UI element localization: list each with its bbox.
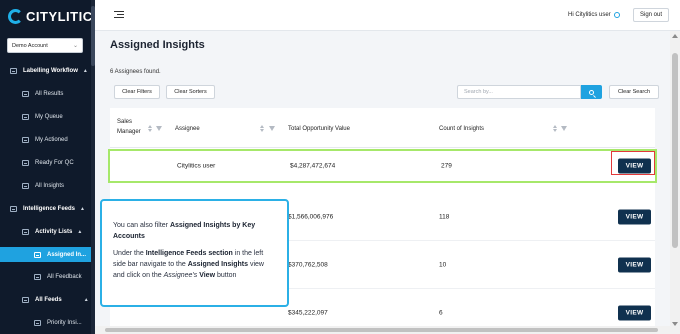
total-value-cell: $4,287,472,674 [290,162,336,170]
chevron-up-icon: ▲ [82,68,88,74]
clear-search-button[interactable]: Clear Search [609,85,659,99]
grid-icon [34,274,41,280]
sign-out-button[interactable]: Sign out [633,8,669,22]
sidebar-item-assigned-insights[interactable]: Assigned In... [0,247,91,262]
sidebar-item-all-feedback[interactable]: All Feedback [34,270,82,284]
column-header-sales-manager[interactable]: Sales Manager [117,117,145,137]
menu-toggle-icon[interactable] [114,11,124,19]
sidebar-section-label: Labelling Workflow [23,68,78,74]
topbar: Hi Citylitics user Sign out [95,0,680,31]
sidebar-item-label: Priority Insi... [47,320,82,326]
main-horizontal-scrollbar[interactable] [95,326,670,334]
highlight-box [611,151,655,175]
total-value-cell: $370,762,508 [288,261,328,268]
citylitics-logo[interactable]: CITYLITICS [8,8,102,24]
tutorial-callout: You can also filter Assigned Insights by… [100,199,289,307]
insight-count-cell: 279 [441,162,452,170]
list-icon [22,229,29,235]
grid-icon [34,251,41,258]
clear-filters-button[interactable]: Clear Filters [114,85,160,99]
account-select-value: Demo Account [12,42,48,49]
sidebar-section-label: Intelligence Feeds [23,206,76,212]
callout-text-1: You can also filter Assigned Insights by… [113,222,256,240]
sort-icon[interactable] [553,125,557,132]
filter-icon[interactable] [156,126,162,131]
sidebar-item-all-results[interactable]: All Results [22,87,63,101]
sidebar-item-label: All Insights [35,183,65,189]
list-icon [10,206,17,212]
insight-count-cell: 6 [439,309,443,317]
view-button[interactable]: VIEW [618,209,651,224]
sidebar-item-all-insights[interactable]: All Insights [22,179,64,193]
horizontal-scrollbar-thumb[interactable] [105,328,658,332]
search-button[interactable] [581,85,602,99]
sidebar-item-my-queue[interactable]: My Queue [22,110,63,124]
grid-icon [34,320,41,326]
insight-count-cell: 118 [439,213,450,220]
assignee-cell: Citylitics user [177,162,216,170]
view-button[interactable]: VIEW [618,305,651,321]
user-greeting[interactable]: Hi Citylitics user [568,12,620,18]
filter-icon[interactable] [561,126,567,131]
column-header-assignee[interactable]: Assignee [175,124,200,134]
sidebar-item-my-actioned[interactable]: My Actioned [22,133,68,147]
logo-mark-icon [8,8,23,24]
sidebar-item-all-feeds[interactable]: All Feeds ▲ [22,293,89,307]
scroll-up-icon[interactable] [672,34,678,38]
callout-text-2: Under the Intelligence Feeds section in … [113,250,264,279]
sidebar-item-label: Assigned In... [47,251,87,258]
table-row[interactable]: Citylitics user $4,287,472,674 279 VIEW [108,149,657,183]
page-title: Assigned Insights [110,39,205,51]
sidebar-item-label: All Results [35,91,64,97]
gear-icon[interactable] [613,12,620,18]
user-greeting-text: Hi Citylitics user [568,12,611,18]
sidebar-item-label: All Feedback [47,274,82,280]
grid-icon [22,114,29,120]
app: CITYLITICS Demo Account ⌄ Labelling Work… [0,0,680,334]
sidebar-item-label: My Actioned [35,137,68,143]
sidebar-item-ready-for-qc[interactable]: Ready For QC [22,156,74,170]
table-header: Sales Manager Assignee Total Opportunity… [110,108,655,148]
sidebar-item-label: All Feeds [35,297,62,303]
search-input[interactable]: Search by... [457,85,581,99]
sidebar-item-label: Activity Lists [35,229,73,235]
chevron-up-icon: ▲ [83,297,89,303]
column-header-total-opportunity-value[interactable]: Total Opportunity Value [288,124,350,134]
account-select[interactable]: Demo Account ⌄ [7,38,83,53]
insight-count-cell: 10 [439,261,447,268]
list-icon [10,68,17,74]
grid-icon [22,137,29,143]
sidebar-section-intelligence-feeds[interactable]: Intelligence Feeds ▲ [10,202,85,216]
sidebar-item-label: My Queue [35,114,63,120]
sort-icon[interactable] [148,125,152,132]
clear-sorters-button[interactable]: Clear Sorters [166,85,215,99]
results-count: 6 Assignees found. [110,69,161,75]
total-value-cell: $1,566,006,976 [288,213,334,220]
sidebar-section-labelling-workflow[interactable]: Labelling Workflow ▲ [10,64,88,78]
grid-icon [22,91,29,97]
chevron-up-icon: ▲ [80,206,85,212]
column-header-count-of-insights[interactable]: Count of Insights [439,124,484,134]
grid-icon [22,183,29,189]
main-scrollbar-thumb[interactable] [672,53,678,248]
sidebar-item-priority-insights[interactable]: Priority Insi... [34,316,82,330]
view-button[interactable]: VIEW [618,257,651,272]
sidebar: CITYLITICS Demo Account ⌄ Labelling Work… [0,0,101,334]
scroll-down-icon[interactable] [672,322,678,326]
sidebar-item-activity-lists[interactable]: Activity Lists ▲ [22,225,82,239]
filter-icon[interactable] [269,126,275,131]
main-vertical-scrollbar[interactable] [670,31,680,334]
list-icon [22,297,29,303]
total-value-cell: $345,222,097 [288,309,328,317]
chevron-down-icon: ⌄ [72,43,78,49]
sidebar-item-label: Ready For QC [35,160,74,166]
search-icon [589,89,594,95]
chevron-up-icon: ▲ [77,229,83,235]
grid-icon [22,160,29,166]
sort-icon[interactable] [260,125,264,132]
